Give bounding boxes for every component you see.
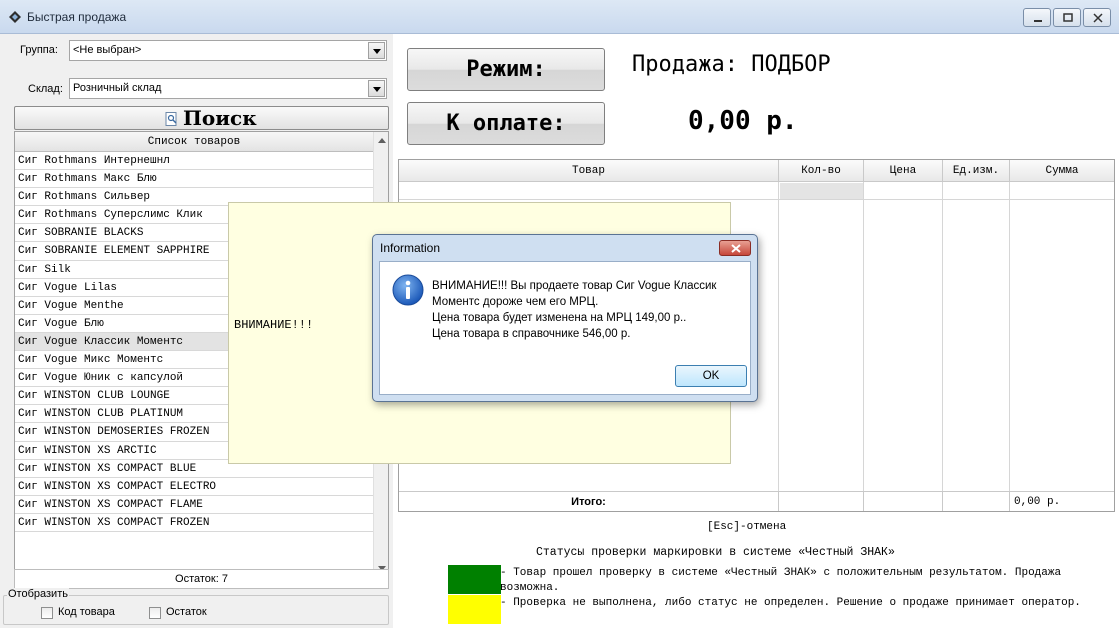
dialog-close-button[interactable] — [719, 240, 751, 256]
grid-col-line — [864, 182, 943, 492]
code-checkbox[interactable] — [41, 607, 53, 619]
close-icon — [1093, 13, 1103, 23]
dialog-message: ВНИМАНИЕ!!! Вы продаете товар Сиг Vogue … — [432, 278, 716, 342]
product-list-item[interactable]: Сиг WINSTON XS COMPACT ELECTRO — [15, 478, 373, 496]
info-icon — [392, 274, 424, 306]
product-list-item[interactable]: Сиг WINSTON XS COMPACT FLAME — [15, 496, 373, 514]
warehouse-dropdown-button[interactable] — [368, 80, 385, 97]
minimize-icon — [1034, 20, 1042, 22]
display-options-title: Отобразить — [7, 588, 69, 600]
col-product: Товар — [399, 160, 779, 182]
search-button[interactable]: Поиск — [14, 106, 389, 130]
group-dropdown-button[interactable] — [368, 42, 385, 59]
close-icon — [731, 244, 741, 253]
dialog-line: Моментс дороже чем его МРЦ. — [432, 296, 599, 308]
maximize-button[interactable] — [1053, 8, 1081, 27]
grid-col-line — [779, 182, 864, 492]
total-unit-cell — [943, 491, 1010, 511]
col-price: Цена — [864, 160, 943, 182]
mode-text: Продажа: ПОДБОР — [632, 52, 831, 77]
product-list-item[interactable]: Сиг Rothmans Интернешнл — [15, 152, 373, 171]
total-label: Итого: — [399, 491, 779, 511]
green-status-swatch — [448, 565, 501, 594]
search-label: Поиск — [183, 106, 257, 130]
col-unit: Ед.изм. — [943, 160, 1010, 182]
scroll-up-icon[interactable] — [378, 138, 386, 143]
esc-hint: [Esc]-отмена — [707, 521, 787, 533]
information-dialog: Information ВНИМАНИЕ!!! Вы продаете това… — [372, 234, 758, 402]
dialog-line: Цена товара в справочнике 546,00 р. — [432, 328, 631, 340]
chevron-down-icon — [373, 87, 381, 92]
dialog-line: ВНИМАНИЕ!!! Вы продаете товар Сиг Vogue … — [432, 280, 717, 292]
pay-button[interactable]: К оплате: — [407, 102, 605, 145]
group-label: Группа: — [20, 44, 58, 56]
stock-checkbox[interactable] — [149, 607, 161, 619]
dialog-body: ВНИМАНИЕ!!! Вы продаете товар Сиг Vogue … — [379, 261, 751, 395]
warehouse-select[interactable]: Розничный склад — [69, 78, 387, 99]
green-status-text: - Товар прошел проверку в системе «Честн… — [500, 567, 1062, 594]
mode-button[interactable]: Режим: — [407, 48, 605, 91]
maximize-icon — [1063, 13, 1073, 22]
dialog-line: Цена товара будет изменена на МРЦ 149,00… — [432, 312, 687, 324]
display-options-group: Отобразить Код товара Остаток — [3, 588, 389, 625]
product-list-item[interactable]: Сиг Rothmans Макс Блю — [15, 170, 373, 189]
title-bar: Быстрая продажа — [0, 0, 1119, 34]
window-title: Быстрая продажа — [27, 10, 127, 24]
total-qty-cell — [779, 491, 864, 511]
product-list-header: Список товаров — [15, 132, 373, 152]
warehouse-label: Склад: — [28, 83, 63, 95]
group-select-value: <Не выбран> — [73, 44, 142, 56]
col-qty: Кол-во — [779, 160, 864, 182]
col-sum: Сумма — [1010, 160, 1114, 182]
yellow-status-text: - Проверка не выполнена, либо статус не … — [500, 597, 1081, 609]
minimize-button[interactable] — [1023, 8, 1051, 27]
app-icon — [9, 11, 21, 23]
yellow-status-swatch — [448, 595, 501, 624]
total-price-cell — [864, 491, 943, 511]
ok-button[interactable]: OK — [675, 365, 747, 387]
warehouse-select-value: Розничный склад — [73, 82, 162, 94]
status-legend-title: Статусы проверки маркировки в системе «Ч… — [536, 546, 895, 559]
warning-text: ВНИМАНИЕ!!! — [234, 318, 314, 332]
group-select[interactable]: <Не выбран> — [69, 40, 387, 61]
stock-checkbox-label: Остаток — [166, 606, 207, 618]
total-value: 0,00 р. — [1010, 491, 1114, 511]
grid-col-line — [943, 182, 1010, 492]
chevron-down-icon — [373, 49, 381, 54]
close-button[interactable] — [1083, 8, 1111, 27]
stock-indicator: Остаток: 7 — [14, 569, 389, 589]
dialog-title: Information — [380, 241, 441, 255]
amount-due: 0,00 р. — [688, 106, 798, 136]
search-doc-icon — [165, 112, 177, 126]
product-list-item[interactable]: Сиг WINSTON XS COMPACT FROZEN — [15, 514, 373, 532]
code-checkbox-label: Код товара — [58, 606, 115, 618]
